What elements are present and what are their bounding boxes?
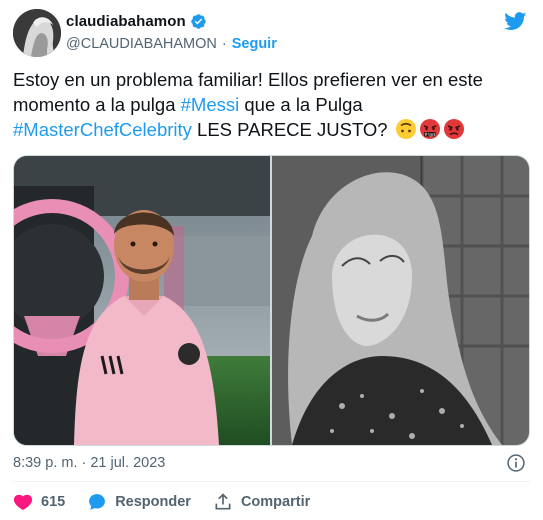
author-display-name[interactable]: claudiabahamon bbox=[66, 13, 186, 30]
twitter-bird-icon[interactable] bbox=[503, 10, 528, 32]
tweet-timestamp[interactable]: 8:39 p. m. · 21 jul. 2023 bbox=[13, 455, 165, 471]
author-handle[interactable]: @CLAUDIABAHAMON bbox=[66, 36, 217, 52]
reply-icon bbox=[89, 494, 106, 510]
heart-icon bbox=[13, 494, 33, 510]
tweet-text: Estoy en un problema familiar! Ellos pre… bbox=[13, 67, 531, 142]
svg-text:#!@$: #!@$ bbox=[424, 132, 436, 137]
reply-label: Responder bbox=[115, 494, 191, 510]
reply-button[interactable]: Responder bbox=[87, 492, 191, 512]
photo-claudia[interactable] bbox=[272, 156, 529, 445]
separator-dot: · bbox=[221, 36, 227, 52]
upside-down-face-emoji bbox=[395, 119, 416, 139]
handle-row: @CLAUDIABAHAMON · Seguir bbox=[66, 36, 277, 52]
tweet-card: claudiabahamon @CLAUDIABAHAMON · Seguir … bbox=[0, 0, 543, 520]
action-bar: 615 Responder Compartir bbox=[13, 492, 332, 512]
author-name-row[interactable]: claudiabahamon bbox=[66, 13, 207, 30]
face-with-symbols-emoji: #!@$ bbox=[419, 119, 440, 139]
photo-messi-image bbox=[14, 156, 270, 445]
avatar-image bbox=[13, 9, 61, 57]
tweet-text-part2: que a la Pulga bbox=[239, 94, 363, 115]
divider bbox=[13, 481, 530, 482]
verified-badge-icon bbox=[191, 14, 206, 29]
share-icon bbox=[215, 493, 231, 510]
hashtag-masterchef[interactable]: #MasterChefCelebrity bbox=[13, 119, 192, 140]
media-grid bbox=[13, 155, 530, 446]
like-count: 615 bbox=[41, 494, 66, 510]
photo-claudia-image bbox=[272, 156, 529, 445]
like-button[interactable]: 615 bbox=[13, 492, 65, 512]
angry-face-emoji bbox=[443, 119, 464, 139]
photo-messi[interactable] bbox=[14, 156, 270, 445]
avatar[interactable] bbox=[13, 9, 61, 57]
info-icon[interactable] bbox=[506, 453, 526, 473]
tweet-text-part3: LES PARECE JUSTO? bbox=[191, 119, 393, 140]
follow-button[interactable]: Seguir bbox=[232, 36, 277, 52]
hashtag-messi[interactable]: #Messi bbox=[181, 94, 240, 115]
share-button[interactable]: Compartir bbox=[213, 492, 310, 512]
share-label: Compartir bbox=[240, 494, 311, 510]
